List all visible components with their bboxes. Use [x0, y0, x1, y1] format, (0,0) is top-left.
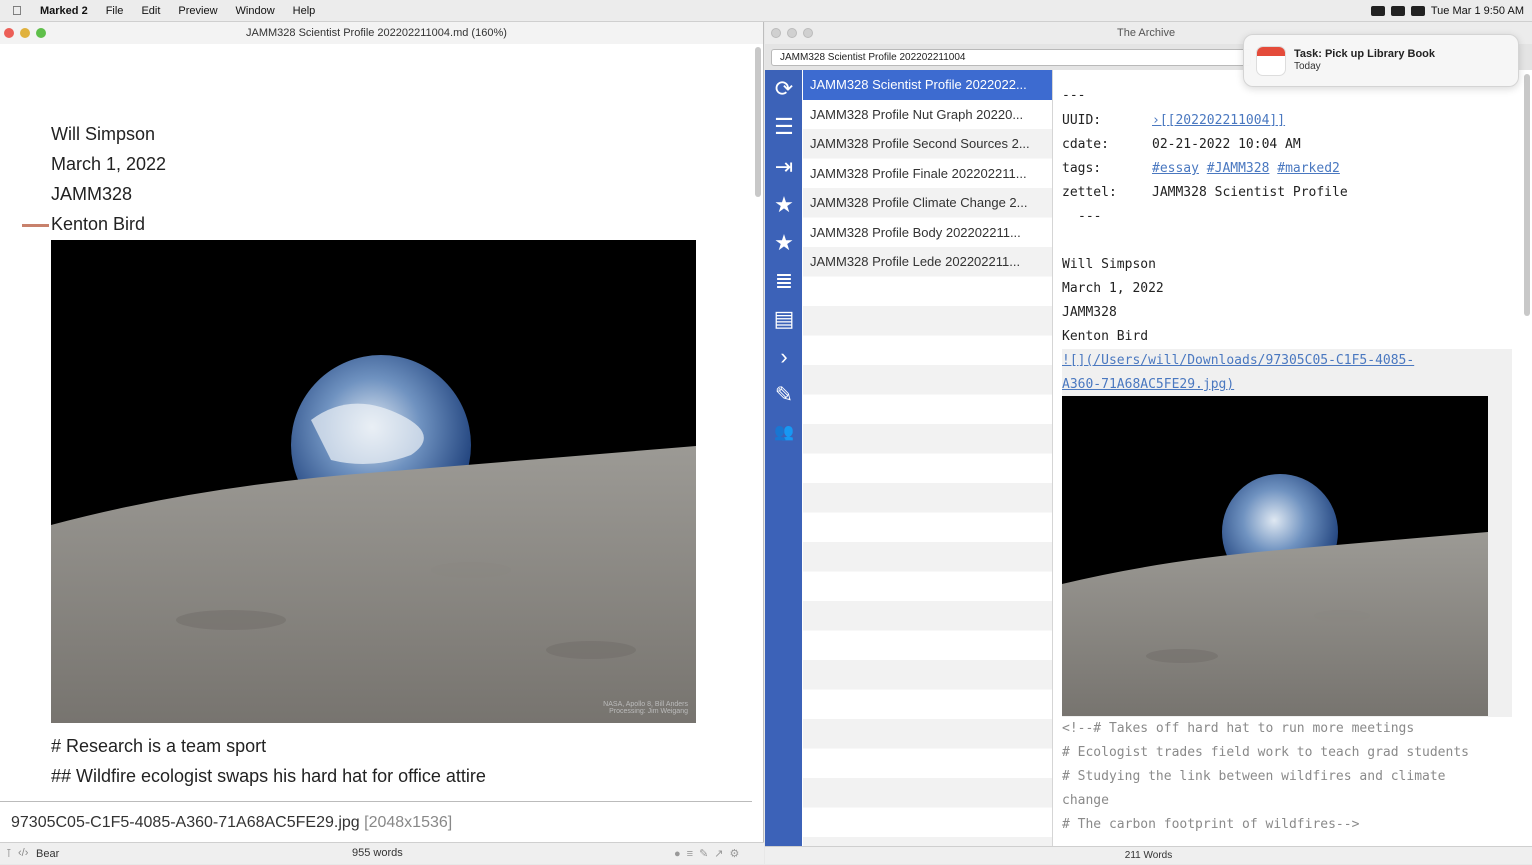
battery-icon[interactable] [1410, 6, 1425, 16]
word-count: 955 words [352, 847, 403, 859]
uuid-line: UUID: ›[[202202211004]] [1062, 113, 1286, 128]
note-list-item[interactable]: JAMM328 Profile Lede 202202211... [803, 247, 1052, 277]
doc-author: Will Simpson [51, 124, 156, 144]
note-list-item[interactable]: JAMM328 Scientist Profile 2022022... [803, 70, 1052, 100]
preview-scrollbar[interactable] [755, 47, 761, 197]
image-filename: 97305C05-C1F5-4085-A360-71A68AC5FE29.jpg… [11, 814, 453, 831]
close-button-inactive[interactable] [771, 28, 781, 38]
editor-course: JAMM328 [1062, 305, 1117, 320]
left-window-title: JAMM328 Scientist Profile 202202211004.m… [246, 27, 507, 39]
doc-course: JAMM328 [51, 184, 133, 204]
doc-heading-2: ## Wildfire ecologist swaps his hard hat… [51, 766, 486, 786]
reminders-app-icon [1256, 46, 1286, 76]
wifi-icon[interactable] [1390, 6, 1405, 16]
right-status-bar: 211 Words [765, 846, 1532, 864]
wrench-icon[interactable]: ✎ [771, 382, 797, 408]
archive-window: The Archive JAMM328 Scientist Profile 20… [765, 22, 1532, 864]
people-icon[interactable]: 👥 [771, 420, 797, 446]
preview-document[interactable]: Will Simpson March 1, 2022 JAMM328 Kento… [0, 44, 756, 822]
menu-window[interactable]: Window [236, 5, 275, 17]
menu-app[interactable]: Marked 2 [40, 5, 88, 17]
editor-date: March 1, 2022 [1062, 281, 1164, 296]
change-marker [22, 224, 49, 227]
notification-title: Task: Pick up Library Book [1294, 48, 1436, 60]
menu-edit[interactable]: Edit [141, 5, 160, 17]
doc-heading-1: # Research is a team sport [51, 736, 267, 756]
right-window-title: The Archive [1117, 27, 1176, 39]
photo-credit-2: Processing: Jim Weigang [609, 708, 688, 715]
minimize-button[interactable] [20, 28, 30, 38]
pin-icon[interactable]: ⊺ [6, 847, 12, 860]
menu-help[interactable]: Help [293, 5, 316, 17]
image-info-bar: 97305C05-C1F5-4085-A360-71A68AC5FE29.jpg… [0, 801, 752, 841]
close-button[interactable] [4, 28, 14, 38]
reminder-notification[interactable]: Task: Pick up Library Book Today [1243, 34, 1519, 87]
left-status-bar: ⊺ ‹/› Bear 955 words ●≡✎↗⚙ [0, 842, 764, 864]
book-icon[interactable]: ▤ [771, 306, 797, 332]
zettel-line: zettel: JAMM328 Scientist Profile [1062, 185, 1348, 200]
star-icon[interactable]: ★ [771, 192, 797, 218]
menu-file[interactable]: File [106, 5, 124, 17]
comment-line: change [1062, 793, 1109, 808]
star-icon-2[interactable]: ★ [771, 230, 797, 256]
bowtie-icon[interactable] [1370, 6, 1385, 16]
apple-icon[interactable]:  [12, 3, 26, 18]
comment-line: <!--# Takes off hard hat to run more mee… [1062, 721, 1415, 736]
sync-icon[interactable]: ⟳ [771, 76, 797, 102]
comment-line: # Ecologist trades field work to teach g… [1062, 745, 1469, 760]
cdate-line: cdate: 02-21-2022 10:04 AM [1062, 137, 1301, 152]
note-list: JAMM328 Scientist Profile 2022022... JAM… [803, 70, 1053, 846]
notification-subtitle: Today [1294, 61, 1321, 72]
doc-instructor: Kenton Bird [51, 214, 146, 234]
status-app-label[interactable]: Bear [36, 848, 59, 860]
list-icon[interactable]: ≣ [771, 268, 797, 294]
tags-line: tags: #essay #JAMM328 #marked2 [1062, 161, 1340, 176]
tag-link[interactable]: #essay [1152, 161, 1199, 176]
tag-link[interactable]: #marked2 [1277, 161, 1340, 176]
note-list-item[interactable]: JAMM328 Profile Second Sources 2... [803, 129, 1052, 159]
zoom-button[interactable] [36, 28, 46, 38]
list-check-icon[interactable]: ☰ [771, 114, 797, 140]
comment-line: # Studying the link between wildfires an… [1062, 769, 1446, 784]
editor-scrollbar[interactable] [1524, 74, 1530, 316]
note-editor[interactable]: --- UUID: ›[[202202211004]] cdate: 02-21-2… [1054, 70, 1532, 846]
omnibar-search-input[interactable]: JAMM328 Scientist Profile 202202211004 [771, 49, 1251, 66]
earthrise-image: NASA, Apollo 8, Bill Anders Processing: … [51, 240, 696, 723]
menubar-clock[interactable]: Tue Mar 1 9:50 AM [1431, 5, 1524, 17]
minimize-button-inactive[interactable] [787, 28, 797, 38]
chevron-right-icon[interactable]: › [771, 344, 797, 370]
note-list-item[interactable]: JAMM328 Profile Finale 202202211... [803, 159, 1052, 189]
archive-sidebar: ⟳ ☰ ⇥ ★ ★ ≣ ▤ › ✎ 👥 [765, 70, 802, 846]
image-link-2[interactable]: A360-71A68AC5FE29.jpg) [1062, 377, 1234, 392]
frontmatter-sep: --- [1062, 88, 1086, 103]
import-icon[interactable]: ⇥ [771, 154, 797, 180]
editor-author: Will Simpson [1062, 257, 1156, 272]
zoom-button-inactive[interactable] [803, 28, 813, 38]
editor-instructor: Kenton Bird [1062, 329, 1149, 344]
menu-bar:  Marked 2 File Edit Preview Window Help… [0, 0, 1532, 22]
code-icon[interactable]: ‹/› [18, 847, 28, 859]
left-titlebar: JAMM328 Scientist Profile 202202211004.m… [0, 22, 763, 44]
comment-line: # The carbon footprint of wildfires--> [1062, 817, 1360, 832]
frontmatter-sep-end: --- [1078, 209, 1102, 224]
note-list-item[interactable]: JAMM328 Profile Nut Graph 20220... [803, 100, 1052, 130]
status-tools-icons[interactable]: ●≡✎↗⚙ [674, 847, 745, 860]
uuid-link[interactable]: ›[[202202211004]] [1152, 113, 1285, 128]
note-list-item[interactable]: JAMM328 Profile Body 202202211... [803, 218, 1052, 248]
marked-preview-window: JAMM328 Scientist Profile 202202211004.m… [0, 22, 764, 864]
image-link-1[interactable]: ![](/Users/will/Downloads/97305C05-C1F5-… [1062, 353, 1414, 368]
photo-credit-1: NASA, Apollo 8, Bill Anders [603, 701, 688, 708]
tag-link[interactable]: #JAMM328 [1207, 161, 1270, 176]
note-list-item[interactable]: JAMM328 Profile Climate Change 2... [803, 188, 1052, 218]
menu-preview[interactable]: Preview [178, 5, 217, 17]
doc-date: March 1, 2022 [51, 154, 167, 174]
inline-earthrise-image [1062, 396, 1488, 716]
